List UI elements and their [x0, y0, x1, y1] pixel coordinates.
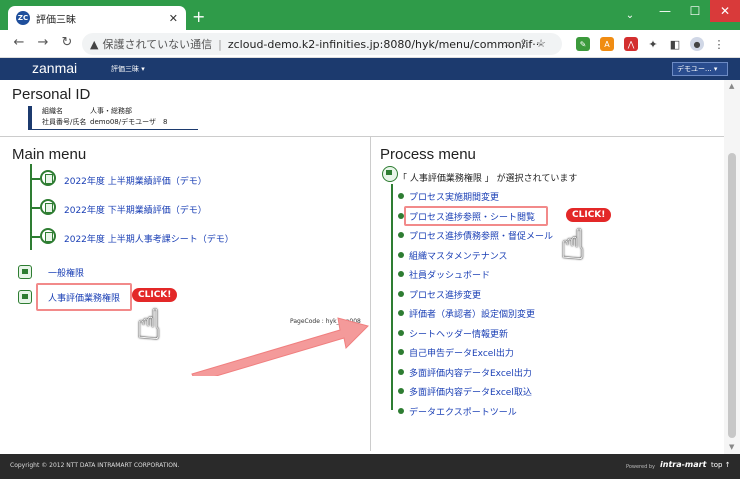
- browser-titlebar: ZC 評価三昧 ✕ + ⌄ — ☐ ✕: [0, 0, 740, 30]
- process-item[interactable]: 組織マスタメンテナンス: [409, 249, 508, 262]
- tab-close-icon[interactable]: ✕: [169, 12, 178, 25]
- org-row: 組織名 人事・総務部: [42, 106, 198, 117]
- main-menu-item[interactable]: 2022年度 上半期業績評価（デモ）: [64, 174, 207, 187]
- personal-id-box: 組織名 人事・総務部 社員番号/氏名 demo08/デモユーザ 8: [28, 106, 198, 130]
- personal-id-title: Personal ID: [12, 86, 91, 103]
- main-content: Personal ID 組織名 人事・総務部 社員番号/氏名 demo08/デモユー…: [0, 80, 724, 454]
- evernote-extension-icon[interactable]: ✎: [576, 37, 590, 51]
- browser-toolbar: ← → ↻ ▲ 保護されていない通信 | zcloud-demo.k2-infi…: [0, 30, 740, 58]
- forward-icon[interactable]: →: [34, 35, 52, 50]
- extension-a-icon[interactable]: A: [600, 37, 614, 51]
- evaluation-sheet-icon: [40, 170, 56, 186]
- process-item[interactable]: 多面評価内容データExcel出力: [409, 366, 532, 379]
- tree-branch: [30, 236, 40, 238]
- process-bullet: [398, 408, 404, 414]
- section-divider: [0, 136, 724, 137]
- process-bullet: [398, 252, 404, 258]
- process-item[interactable]: プロセス実施期間変更: [409, 190, 499, 203]
- favicon-icon: ZC: [16, 11, 30, 25]
- process-bullet: [398, 213, 404, 219]
- tab-title: 評価三昧: [36, 14, 76, 26]
- window-close-button[interactable]: ✕: [710, 0, 740, 22]
- url-text: zcloud-demo.k2-infinities.jp:8080/hyk/me…: [227, 37, 543, 51]
- address-bar[interactable]: ▲ 保護されていない通信 | zcloud-demo.k2-infinities…: [82, 33, 562, 55]
- main-menu-item[interactable]: 2022年度 上半期人事考課シート（デモ）: [64, 232, 234, 245]
- address-actions[interactable]: ⌕⇪☆: [505, 37, 554, 51]
- process-bullet: [398, 310, 404, 316]
- reload-icon[interactable]: ↻: [58, 35, 76, 50]
- process-item[interactable]: 多面評価内容データExcel取込: [409, 385, 532, 398]
- process-bullet: [398, 271, 404, 277]
- window-maximize-button[interactable]: ☐: [680, 0, 710, 22]
- user-select[interactable]: デモユー... ▾: [672, 62, 728, 76]
- back-icon[interactable]: ←: [10, 35, 28, 50]
- annotation-arrow-icon: [191, 317, 369, 376]
- role-icon: [18, 290, 32, 304]
- process-bullet: [398, 291, 404, 297]
- scroll-up-icon[interactable]: ▲: [729, 82, 734, 90]
- process-bullet: [398, 232, 404, 238]
- main-menu-title: Main menu: [12, 146, 87, 163]
- employee-label: 社員番号/氏名: [42, 118, 87, 126]
- process-item[interactable]: シートヘッダー情報更新: [409, 327, 508, 340]
- column-divider: [370, 137, 371, 451]
- process-menu-title: Process menu: [380, 146, 476, 163]
- role-general[interactable]: 一般権限: [48, 266, 84, 279]
- app-menu-dropdown[interactable]: 評価三昧 ▾: [111, 64, 145, 74]
- process-item[interactable]: プロセス進捗債務参照・督促メール: [409, 229, 553, 242]
- employee-value: demo08/デモユーザ 8: [90, 118, 168, 126]
- puzzle-icon[interactable]: ✦: [646, 37, 660, 51]
- main-menu-item[interactable]: 2022年度 下半期業績評価（デモ）: [64, 203, 207, 216]
- back-to-top-link[interactable]: top ↑: [711, 461, 731, 469]
- process-item[interactable]: 自己申告データExcel出力: [409, 346, 514, 359]
- process-item[interactable]: プロセス進捗参照・シート閲覧: [409, 210, 535, 223]
- selected-role-text: 「 人事評価業務権限 」 が選択されています: [398, 174, 578, 184]
- process-bullet: [398, 193, 404, 199]
- address-divider: |: [218, 37, 222, 51]
- tree-branch: [30, 207, 40, 209]
- pdf-extension-icon[interactable]: ⋀: [624, 37, 638, 51]
- process-item[interactable]: 評価者（承認者）設定個別変更: [409, 307, 535, 320]
- page-scrollbar[interactable]: ▲ ▼: [724, 80, 740, 454]
- scroll-down-icon[interactable]: ▼: [729, 443, 734, 451]
- tab-list-chevron-icon[interactable]: ⌄: [615, 4, 645, 26]
- app-header: zanmai 評価三昧 ▾ デモユー... ▾: [0, 58, 740, 80]
- process-bullet: [398, 349, 404, 355]
- process-bullet: [398, 330, 404, 336]
- window-minimize-button[interactable]: —: [650, 0, 680, 22]
- powered-by: Powered by: [626, 464, 655, 470]
- browser-tab[interactable]: ZC 評価三昧 ✕: [8, 6, 186, 30]
- footer: Copyright © 2012 NTT DATA INTRAMART CORP…: [0, 454, 740, 479]
- evaluation-sheet-icon: [40, 199, 56, 215]
- role-icon: [18, 265, 32, 279]
- employee-row: 社員番号/氏名 demo08/デモユーザ 8: [42, 117, 198, 128]
- tree-branch: [30, 178, 40, 180]
- copyright: Copyright © 2012 NTT DATA INTRAMART CORP…: [10, 462, 180, 469]
- new-tab-button[interactable]: +: [192, 7, 205, 26]
- intramart-logo: intra-mart: [660, 460, 707, 469]
- scroll-thumb[interactable]: [728, 153, 736, 438]
- profile-avatar-icon[interactable]: ●: [690, 37, 704, 51]
- role-hr-evaluation[interactable]: 人事評価業務権限: [48, 291, 120, 304]
- insecure-label: 保護されていない通信: [102, 38, 213, 51]
- org-value: 人事・総務部: [90, 107, 132, 115]
- process-item[interactable]: 社員ダッシュボード: [409, 268, 490, 281]
- pointing-hand-icon: ☝: [136, 300, 162, 349]
- evaluation-sheet-icon: [40, 228, 56, 244]
- warning-icon: ▲: [90, 37, 99, 51]
- process-item[interactable]: プロセス進捗変更: [409, 288, 481, 301]
- more-menu-icon[interactable]: ⋮: [712, 37, 726, 51]
- process-role-icon: [382, 166, 398, 182]
- pointing-hand-icon: ☝: [560, 220, 586, 269]
- org-label: 組織名: [42, 107, 63, 115]
- process-bullet: [398, 388, 404, 394]
- process-item[interactable]: データエクスポートツール: [409, 405, 517, 418]
- sidepanel-icon[interactable]: ◧: [668, 37, 682, 51]
- brand-logo[interactable]: zanmai: [32, 60, 77, 76]
- process-tree-trunk: [391, 184, 393, 410]
- process-bullet: [398, 369, 404, 375]
